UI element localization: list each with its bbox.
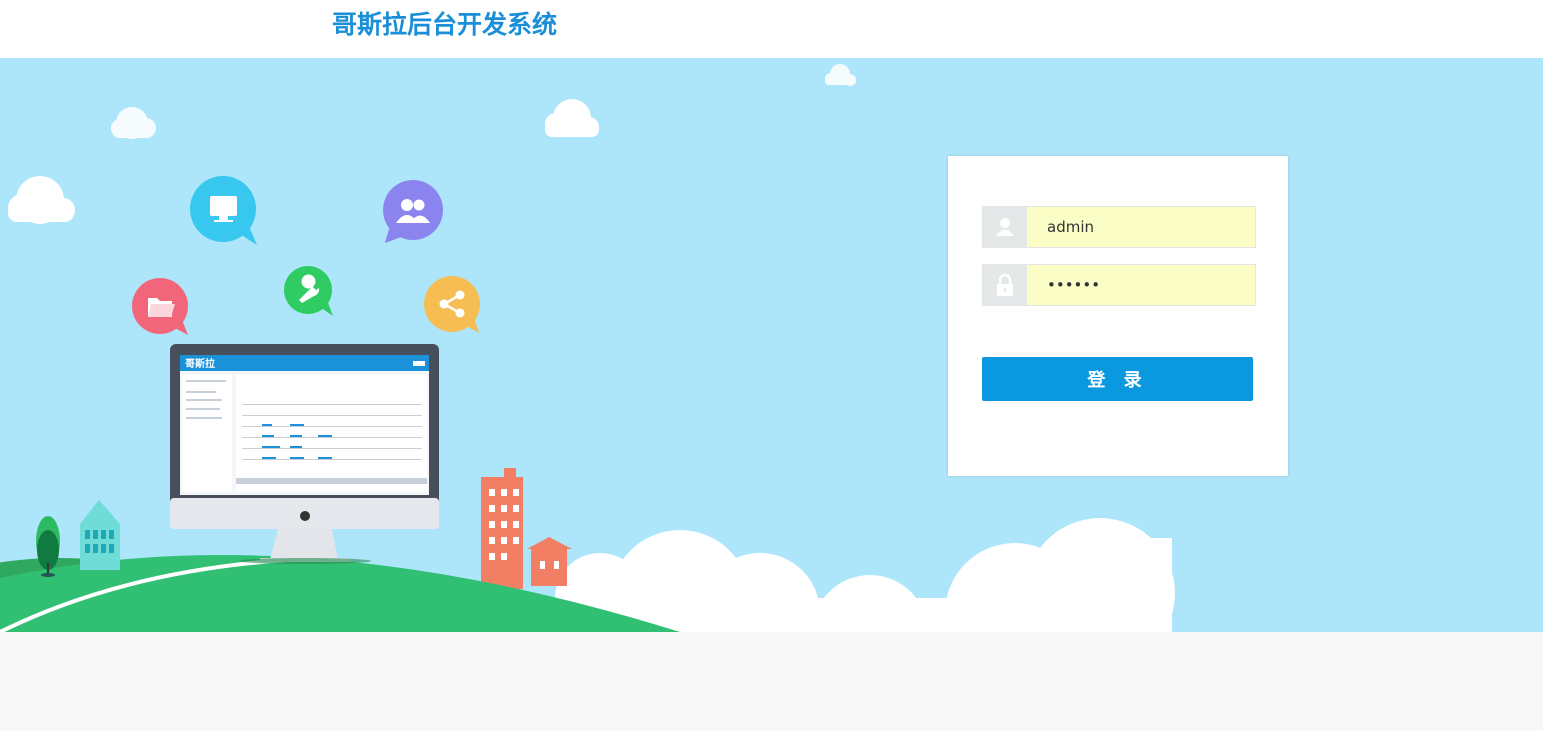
user-icon [983, 207, 1027, 247]
users-bubble-icon [383, 180, 443, 243]
password-field [982, 264, 1256, 306]
login-panel: 登 录 [948, 156, 1288, 476]
password-input[interactable] [1027, 265, 1255, 305]
login-button[interactable]: 登 录 [982, 357, 1253, 401]
ground-clouds [555, 518, 1175, 632]
hero-banner: 哥斯拉 [0, 58, 1543, 632]
house-decoration [80, 500, 120, 570]
folder-bubble-icon [132, 278, 188, 335]
share-bubble-icon [424, 276, 480, 333]
username-field [982, 206, 1256, 248]
header-bar: 哥斯拉后台开发系统 [0, 0, 1543, 58]
monitor-bubble-icon [190, 176, 257, 245]
monitor-illustration: 哥斯拉 [170, 344, 439, 564]
building-tall [481, 468, 572, 589]
wrench-bubble-icon [284, 266, 333, 316]
illustration: 哥斯拉 [0, 64, 1175, 632]
page-title: 哥斯拉后台开发系统 [332, 10, 558, 39]
lock-icon [983, 265, 1027, 305]
monitor-brand: 哥斯拉 [185, 357, 215, 370]
footer-area [0, 632, 1543, 731]
username-input[interactable] [1027, 207, 1255, 247]
